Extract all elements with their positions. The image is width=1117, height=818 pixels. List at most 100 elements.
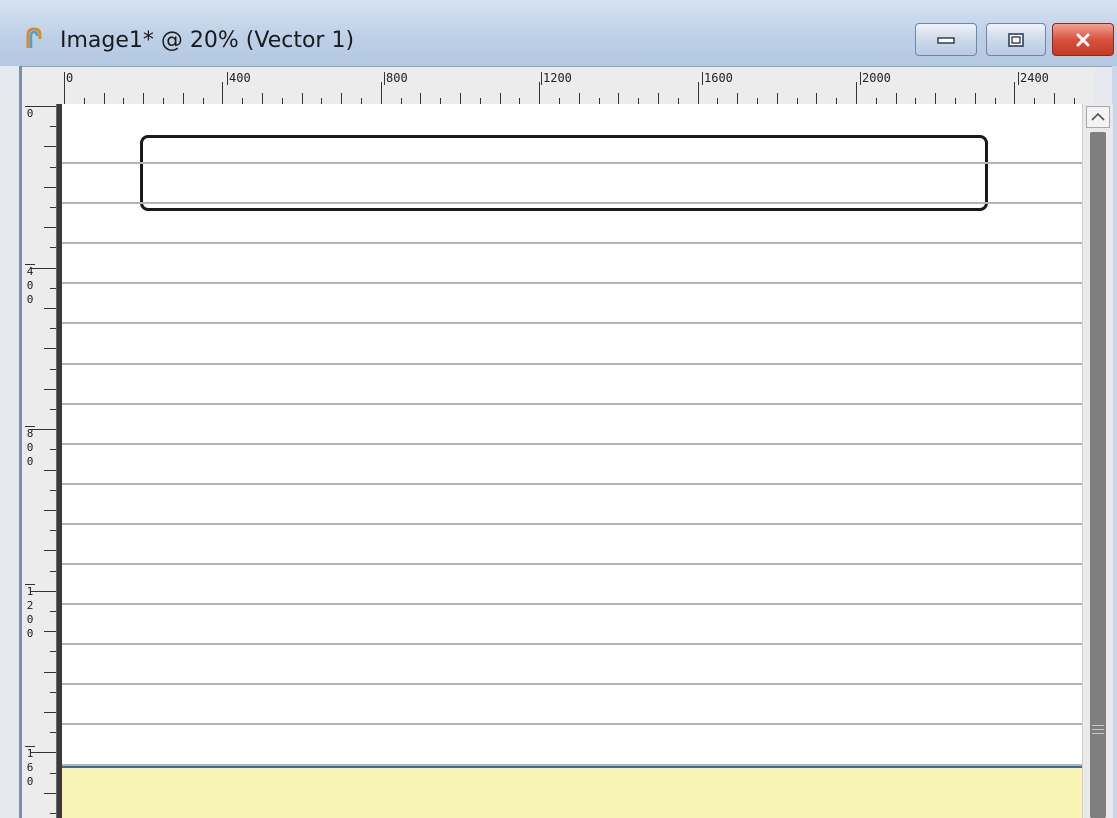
ruler-tick bbox=[500, 93, 501, 104]
ruler-digit: 1 bbox=[25, 585, 35, 599]
ruler-tick bbox=[50, 571, 56, 572]
ruler-digit: 0 bbox=[26, 775, 34, 788]
ruler-tick bbox=[579, 93, 580, 104]
ruler-tick bbox=[302, 93, 303, 104]
ruler-tick bbox=[30, 591, 56, 592]
guide-line bbox=[62, 683, 1082, 685]
ruler-digit: 0 bbox=[26, 627, 34, 640]
guide-line bbox=[62, 322, 1082, 324]
guide-line bbox=[62, 403, 1082, 405]
ruler-tick bbox=[420, 93, 421, 104]
ruler-tick bbox=[50, 369, 56, 370]
ruler-digit: 1 bbox=[26, 747, 34, 760]
guide-line bbox=[62, 162, 1082, 164]
ruler-digit: 0 bbox=[26, 441, 34, 454]
ruler-tick bbox=[44, 672, 56, 673]
ruler-label: 1200 bbox=[541, 71, 572, 85]
ruler-tick bbox=[381, 82, 382, 104]
ruler-tick bbox=[856, 82, 857, 104]
ruler-tick bbox=[30, 268, 56, 269]
ruler-tick bbox=[698, 82, 699, 104]
ruler-label: 0 bbox=[25, 106, 35, 121]
ruler-label: 1600 bbox=[702, 71, 733, 85]
ruler-digit: 2 bbox=[26, 599, 34, 612]
ruler-tick bbox=[143, 93, 144, 104]
ruler-tick bbox=[50, 288, 56, 289]
ruler-tick bbox=[1054, 93, 1055, 104]
ruler-tick bbox=[975, 93, 976, 104]
vector-rectangle-shape[interactable] bbox=[140, 135, 988, 211]
ruler-label: 400 bbox=[227, 71, 251, 85]
ruler-tick bbox=[44, 348, 56, 349]
ruler-tick bbox=[64, 82, 65, 104]
scroll-grip-line bbox=[1092, 725, 1104, 726]
horizontal-ruler[interactable]: 0 400 800 1200 1600 2000 2400 bbox=[22, 68, 1094, 105]
ruler-tick bbox=[262, 93, 263, 104]
close-icon bbox=[1076, 33, 1090, 46]
guide-line bbox=[62, 603, 1082, 605]
ruler-tick bbox=[50, 167, 56, 168]
ruler-tick bbox=[104, 93, 105, 104]
guide-line bbox=[62, 363, 1082, 365]
ruler-digit: 6 bbox=[26, 761, 34, 774]
ruler-tick bbox=[30, 429, 56, 430]
scroll-thumb[interactable] bbox=[1090, 132, 1106, 818]
ruler-tick bbox=[50, 207, 56, 208]
minimize-button[interactable] bbox=[915, 23, 977, 56]
ruler-tick bbox=[50, 732, 56, 733]
ruler-tick bbox=[44, 550, 56, 551]
ruler-tick bbox=[44, 712, 56, 713]
scroll-grip-line bbox=[1092, 729, 1104, 730]
ruler-tick bbox=[50, 530, 56, 531]
ruler-digit: 0 bbox=[26, 613, 34, 626]
ruler-tick bbox=[30, 752, 56, 753]
close-button[interactable] bbox=[1052, 23, 1114, 56]
vertical-ruler[interactable]: 0 400 800 1200 160 bbox=[22, 104, 57, 818]
vertical-scrollbar[interactable] bbox=[1082, 104, 1113, 818]
guide-line bbox=[62, 643, 1082, 645]
maximize-button[interactable] bbox=[986, 23, 1046, 56]
ruler-digit: 0 bbox=[26, 107, 34, 120]
title-bar[interactable]: Image1* @ 20% (Vector 1) bbox=[0, 0, 1117, 67]
ruler-tick bbox=[30, 106, 56, 107]
guide-line bbox=[62, 282, 1082, 284]
minimize-icon bbox=[937, 36, 955, 44]
ruler-tick bbox=[50, 692, 56, 693]
ruler-tick bbox=[44, 308, 56, 309]
ruler-tick bbox=[50, 651, 56, 652]
ruler-tick bbox=[50, 490, 56, 491]
ruler-tick bbox=[44, 187, 56, 188]
ruler-tick bbox=[44, 470, 56, 471]
guide-line bbox=[62, 483, 1082, 485]
ruler-label: 2000 bbox=[860, 71, 891, 85]
ruler-label: 800 bbox=[384, 71, 408, 85]
ruler-tick bbox=[44, 146, 56, 147]
ruler-tick bbox=[777, 93, 778, 104]
ruler-tick bbox=[50, 449, 56, 450]
ruler-tick bbox=[539, 82, 540, 104]
ruler-tick bbox=[50, 773, 56, 774]
ruler-label: 1200 bbox=[25, 584, 35, 641]
ruler-tick bbox=[50, 328, 56, 329]
image-canvas[interactable] bbox=[62, 104, 1082, 818]
ruler-tick bbox=[816, 93, 817, 104]
ruler-tick bbox=[658, 93, 659, 104]
guide-line bbox=[62, 242, 1082, 244]
ruler-tick bbox=[618, 93, 619, 104]
ruler-tick bbox=[50, 409, 56, 410]
ruler-tick bbox=[935, 93, 936, 104]
scroll-grip-line bbox=[1092, 733, 1104, 734]
guide-line bbox=[62, 523, 1082, 525]
ruler-digit: 0 bbox=[26, 293, 34, 306]
ruler-tick bbox=[896, 93, 897, 104]
ruler-digit: 0 bbox=[26, 455, 34, 468]
ruler-tick bbox=[341, 93, 342, 104]
image-window: Image1* @ 20% (Vector 1) 0 400 800 1200 … bbox=[0, 0, 1117, 818]
guide-line bbox=[62, 563, 1082, 565]
ruler-tick bbox=[50, 126, 56, 127]
maximize-icon bbox=[1008, 32, 1024, 47]
scroll-up-button[interactable] bbox=[1086, 106, 1110, 128]
chevron-up-icon bbox=[1091, 112, 1105, 121]
yellow-fill-area[interactable] bbox=[62, 766, 1082, 818]
ruler-label: 800 bbox=[25, 426, 35, 469]
